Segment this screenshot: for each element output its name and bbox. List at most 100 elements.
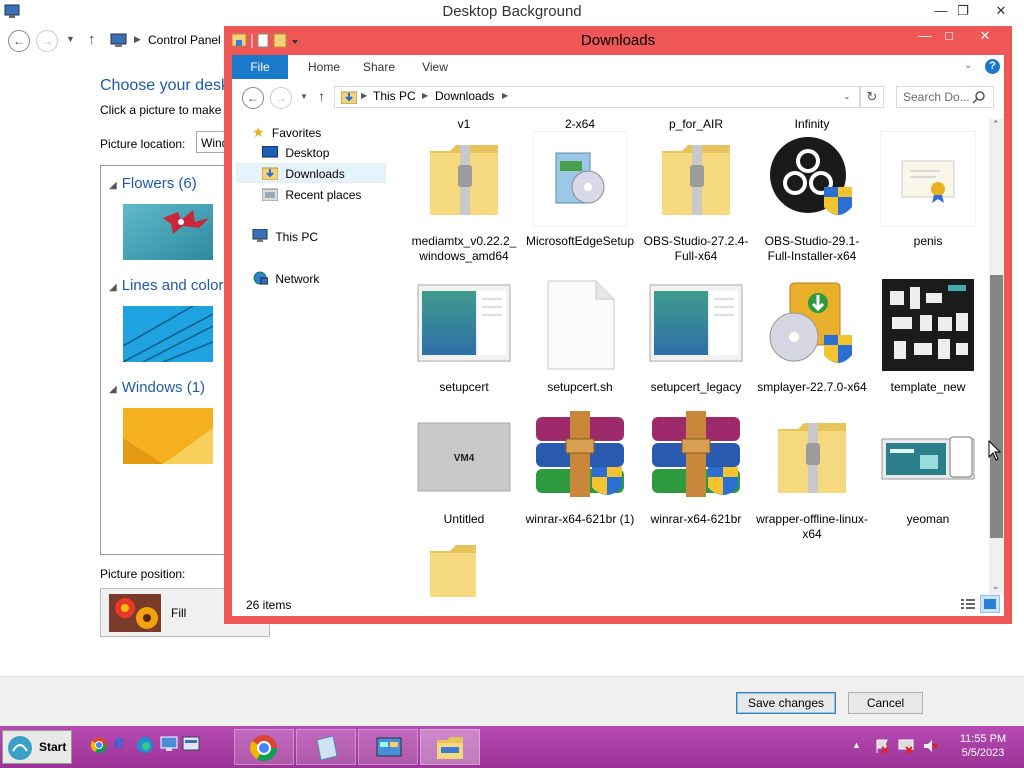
scrollbar-thumb[interactable]: [990, 275, 1003, 538]
recent-locations-chevron-icon[interactable]: ▼: [66, 34, 75, 44]
back-button[interactable]: ←: [8, 30, 30, 52]
network-tray-icon[interactable]: [898, 738, 914, 754]
group-label: Flowers (6): [121, 175, 197, 192]
chrome-quicklaunch-icon[interactable]: [90, 736, 108, 754]
collapse-arrow-icon: ◢: [109, 282, 117, 293]
explorer-minimize-button[interactable]: —: [912, 27, 938, 45]
file-item[interactable]: mediamtx_v0.22.2_windows_amd64: [408, 131, 520, 264]
file-label: penis: [913, 234, 943, 248]
tab-file[interactable]: File: [232, 55, 288, 79]
file-item[interactable]: smplayer-22.7.0-x64: [756, 277, 868, 395]
explorer-quicklaunch-icon[interactable]: [182, 736, 200, 752]
wallpaper-thumb-windows[interactable]: [123, 408, 213, 464]
breadcrumb-control-panel[interactable]: Control Panel: [148, 33, 221, 47]
file-label: smplayer-22.7.0-x64: [757, 380, 867, 394]
tab-home[interactable]: Home: [296, 55, 352, 79]
tab-view[interactable]: View: [410, 55, 460, 79]
details-view-icon[interactable]: [960, 597, 976, 611]
action-center-flag-icon[interactable]: [874, 738, 890, 754]
taskbar-file-explorer[interactable]: [420, 729, 480, 765]
taskbar-app-notepad[interactable]: [296, 729, 356, 765]
ie-quicklaunch-icon[interactable]: e: [114, 732, 124, 753]
save-changes-button[interactable]: Save changes: [736, 692, 836, 714]
nav-this-pc[interactable]: This PC: [252, 227, 318, 247]
collapse-arrow-icon: ◢: [109, 180, 117, 191]
nav-recent-places[interactable]: Recent places: [261, 185, 361, 205]
cancel-button[interactable]: Cancel: [848, 692, 923, 714]
breadcrumb-separator-icon: ▶: [361, 91, 368, 100]
close-button[interactable]: ✕: [988, 2, 1014, 20]
recent-locations-chevron-icon[interactable]: ▼: [300, 92, 308, 101]
restore-button[interactable]: ❐: [950, 2, 976, 20]
breadcrumb-separator-icon: ▶: [134, 34, 141, 44]
file-item[interactable]: setupcert.sh: [524, 277, 636, 395]
desktop-icon: [261, 145, 279, 158]
show-hidden-icons-chevron-icon[interactable]: ▲: [852, 740, 861, 750]
file-item[interactable]: MicrosoftEdgeSetup: [524, 130, 636, 249]
group-header-flowers[interactable]: ◢ Flowers (6): [109, 175, 197, 192]
address-dropdown-icon[interactable]: ⌄: [843, 91, 851, 102]
explorer-close-button[interactable]: ✕: [972, 27, 998, 45]
partial-file-label: p_for_AIR: [668, 119, 724, 131]
nav-desktop[interactable]: Desktop: [261, 143, 329, 163]
picture-position-label: Picture position:: [100, 567, 186, 581]
file-label: wrapper-offline-linux-x64: [756, 512, 868, 541]
scroll-up-arrow-icon[interactable]: ⌃: [992, 119, 1000, 130]
file-item[interactable]: setupcert: [408, 277, 520, 395]
file-item[interactable]: setupcert_legacy: [640, 277, 752, 395]
control-panel-icon: [110, 33, 127, 47]
start-orb-icon: [8, 736, 32, 760]
volume-muted-icon[interactable]: [922, 738, 938, 754]
folder-icon[interactable]: [416, 541, 512, 597]
template-image-icon: [882, 279, 974, 371]
scroll-down-arrow-icon[interactable]: ⌄: [992, 581, 1000, 592]
file-item[interactable]: OBS-Studio-27.2.4-Full-x64: [640, 131, 752, 264]
up-arrow-icon[interactable]: ↑: [88, 31, 96, 48]
file-item[interactable]: winrar-x64-621br (1): [524, 409, 636, 527]
website-image-icon: [881, 436, 975, 480]
taskbar-control-panel[interactable]: [358, 729, 418, 765]
explorer-maximize-button[interactable]: □: [936, 27, 962, 45]
file-item[interactable]: penis: [872, 130, 982, 249]
group-header-lines-and-colors[interactable]: ◢ Lines and colors: [109, 277, 231, 294]
taskbar-chrome[interactable]: [234, 729, 294, 765]
tab-share[interactable]: Share: [354, 55, 404, 79]
nav-network[interactable]: Network: [252, 269, 319, 289]
explorer-back-button[interactable]: ←: [242, 87, 264, 109]
explorer-forward-button[interactable]: →: [270, 87, 292, 109]
large-icons-view-icon[interactable]: [980, 595, 1000, 613]
blank-file-icon: [547, 280, 615, 370]
file-item[interactable]: winrar-x64-621br: [640, 409, 752, 527]
explorer-window: Downloads — □ ✕ File Home Share View ⌄ ?…: [224, 26, 1012, 624]
desktop-quicklaunch-icon[interactable]: [160, 736, 178, 752]
edge-quicklaunch-icon[interactable]: [136, 736, 154, 754]
explorer-body: ← → ▼ ↑ ▶ This PC ▶ Downloads ▶ ⌄ ↻ Sear…: [232, 79, 1004, 616]
file-item[interactable]: yeoman: [872, 409, 982, 527]
vertical-scrollbar[interactable]: ⌃ ⌄: [989, 119, 1004, 595]
nav-favorites[interactable]: ★ Favorites: [252, 122, 321, 142]
navigation-pane: ★ Favorites Desktop Downloads Recent pla…: [232, 119, 392, 589]
breadcrumb-this-pc[interactable]: This PC: [373, 89, 416, 103]
file-item[interactable]: wrapper-offline-linux-x64: [756, 409, 868, 542]
breadcrumb-downloads[interactable]: Downloads: [435, 89, 494, 103]
folder-icon: [437, 737, 463, 759]
nav-label: This PC: [275, 230, 319, 244]
partial-file-label: v1: [457, 119, 471, 131]
file-item[interactable]: template_new: [872, 277, 982, 395]
tray-clock[interactable]: 11:55 PM 5/5/2023: [948, 732, 1018, 760]
wallpaper-thumb-flowers[interactable]: [123, 204, 213, 260]
file-item[interactable]: VM4 Untitled: [408, 409, 520, 527]
address-bar[interactable]: ▶ This PC ▶ Downloads ▶ ⌄: [334, 86, 860, 108]
installer-disc-icon: [769, 282, 852, 363]
control-panel-icon: [376, 737, 402, 757]
file-item[interactable]: OBS-Studio-29.1-Full-Installer-x64: [756, 131, 868, 264]
help-icon[interactable]: ?: [985, 59, 1000, 74]
refresh-button[interactable]: ↻: [860, 86, 884, 108]
nav-downloads[interactable]: Downloads: [236, 163, 386, 183]
expand-ribbon-chevron-icon[interactable]: ⌄: [964, 60, 972, 71]
group-header-windows[interactable]: ◢ Windows (1): [109, 379, 205, 396]
start-button[interactable]: Start: [2, 730, 72, 764]
up-arrow-icon[interactable]: ↑: [318, 88, 325, 104]
wallpaper-thumb-lines[interactable]: [123, 306, 213, 362]
forward-button[interactable]: →: [36, 30, 58, 52]
